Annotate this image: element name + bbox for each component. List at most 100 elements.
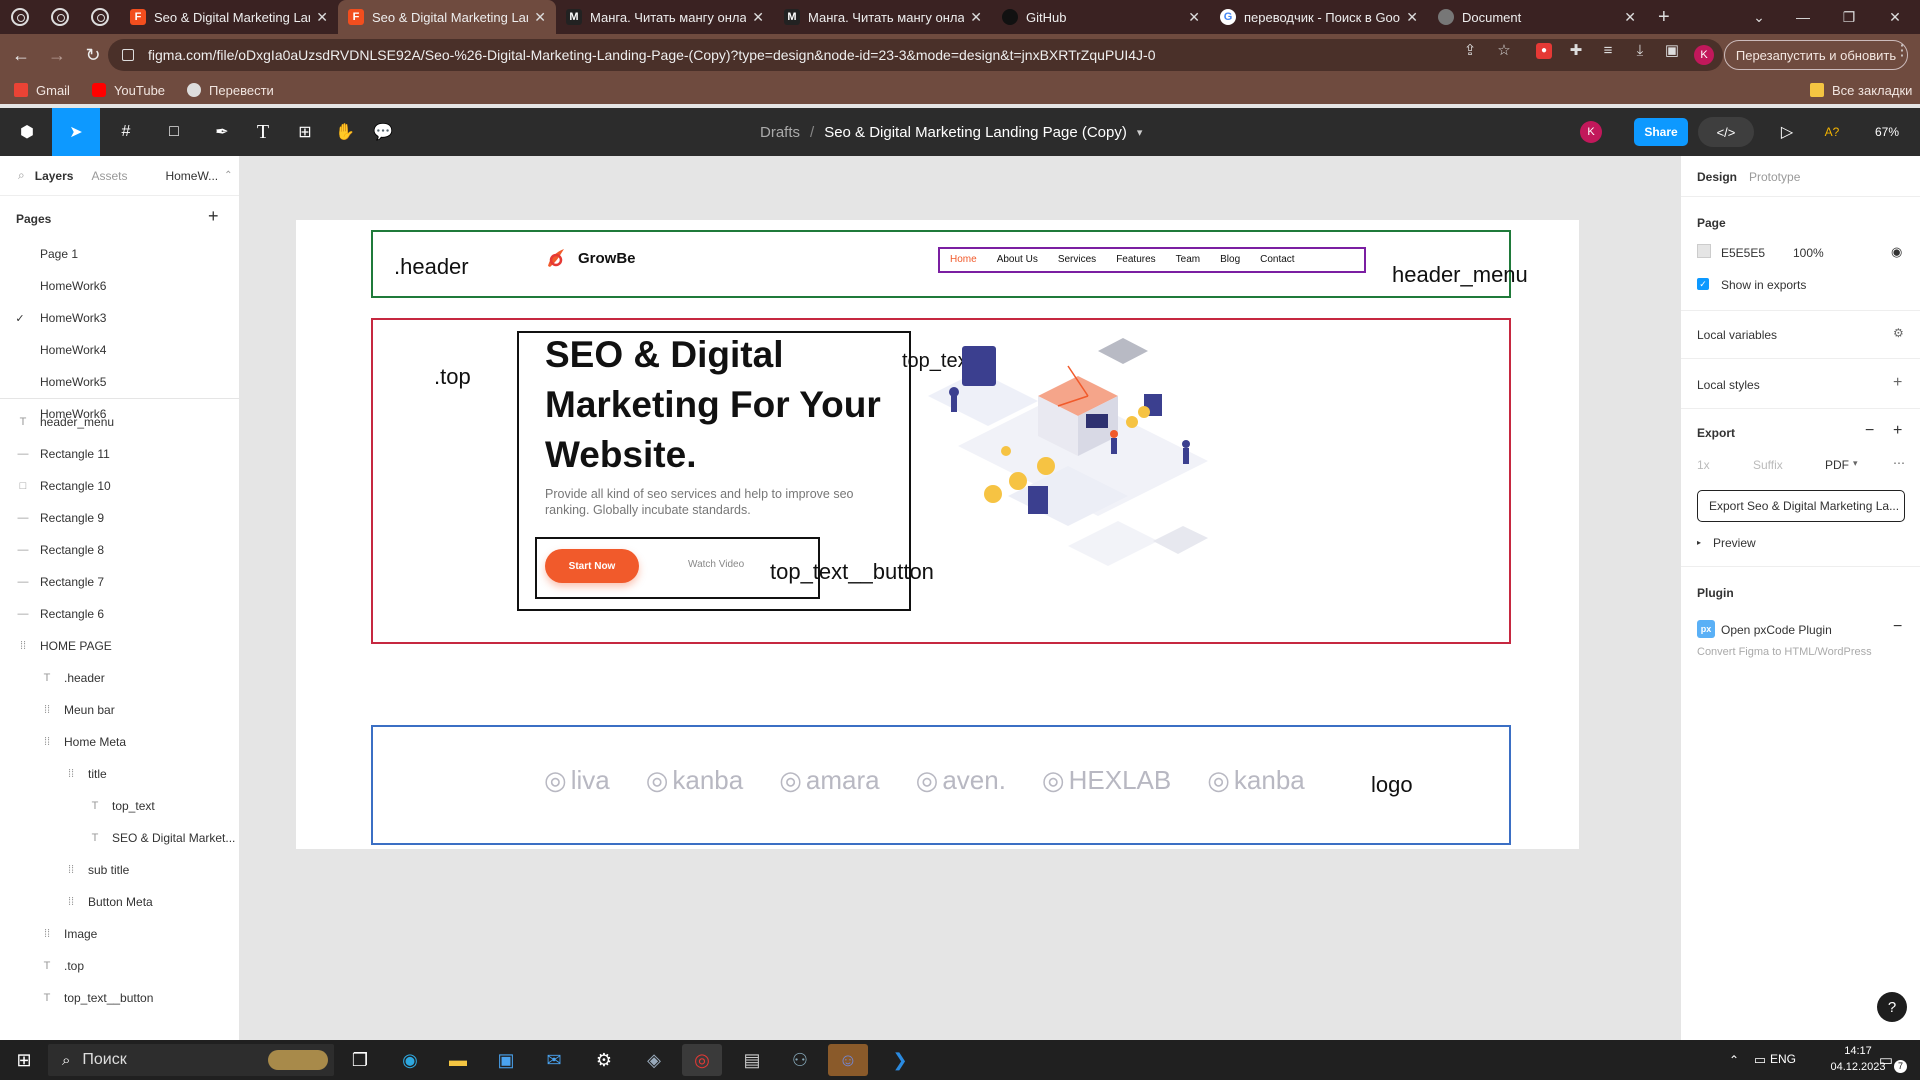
layer-row[interactable]: ⁞⁞ HOME PAGE xyxy=(0,630,240,662)
extensions-icon[interactable]: ✚ xyxy=(1568,43,1584,59)
pinned-tab[interactable] xyxy=(40,0,80,34)
site-nav-item[interactable]: About Us xyxy=(997,254,1038,265)
figma-main-menu-icon[interactable]: ⬢ xyxy=(10,108,44,156)
layer-row[interactable]: ⁞⁞ Meun bar xyxy=(0,694,240,726)
triangle-right-icon[interactable]: ▸ xyxy=(1697,538,1701,547)
layer-row[interactable]: ⁞⁞ Home Meta xyxy=(0,726,240,758)
restore-icon[interactable]: ❐ xyxy=(1826,0,1872,34)
frame-tool-icon[interactable]: # xyxy=(108,108,144,156)
layer-row[interactable]: — Rectangle 8 xyxy=(0,534,240,566)
site-nav-item[interactable]: Team xyxy=(1176,254,1200,265)
layer-row[interactable]: ⁞⁞ title xyxy=(0,758,240,790)
export-scale[interactable]: 1x xyxy=(1697,458,1710,472)
task-view-icon[interactable]: ❐ xyxy=(340,1044,380,1076)
pinned-tab[interactable] xyxy=(80,0,120,34)
layer-row[interactable]: — Rectangle 11 xyxy=(0,438,240,470)
rectangle-tool-icon[interactable]: □ xyxy=(156,108,192,156)
profile-avatar[interactable]: K xyxy=(1694,45,1714,65)
variables-settings-icon[interactable]: ⚙ xyxy=(1893,326,1904,340)
layer-row[interactable]: Theader_menu xyxy=(0,406,240,438)
start-now-button[interactable]: Start Now xyxy=(545,549,639,583)
export-button[interactable]: Export Seo & Digital Marketing La... xyxy=(1697,490,1905,522)
tab-layers[interactable]: Layers xyxy=(35,169,74,183)
reload-icon[interactable]: ↻ xyxy=(78,40,108,70)
close-icon[interactable]: ✕ xyxy=(1406,9,1418,26)
site-nav-item[interactable]: Services xyxy=(1058,254,1096,265)
export-suffix-input[interactable]: Suffix xyxy=(1753,458,1783,472)
close-icon[interactable]: ✕ xyxy=(534,9,546,26)
minimize-icon[interactable]: — xyxy=(1780,0,1826,34)
browser-tab[interactable]: G переводчик - Поиск в Goo ✕ xyxy=(1210,0,1428,34)
edge-icon[interactable]: ◉ xyxy=(390,1044,430,1076)
resources-icon[interactable]: ⊞ xyxy=(290,108,320,156)
hand-tool-icon[interactable]: ✋ xyxy=(330,108,360,156)
site-info-icon[interactable] xyxy=(122,49,134,61)
tab-search-icon[interactable]: ⌄ xyxy=(1736,0,1782,34)
add-page-icon[interactable]: + xyxy=(208,206,219,227)
visibility-eye-icon[interactable]: ◉ xyxy=(1891,244,1902,260)
layer-row[interactable]: Ttop_text xyxy=(0,790,240,822)
figma-canvas[interactable]: .header GrowBe Home About Us Services Featu… xyxy=(240,156,1680,1040)
pinned-tab[interactable] xyxy=(0,0,40,34)
tab-assets[interactable]: Assets xyxy=(91,169,127,183)
browser-tab-active[interactable]: F Seo & Digital Marketing Lan ✕ xyxy=(338,0,556,34)
layer-row[interactable]: □ Rectangle 10 xyxy=(0,470,240,502)
add-style-icon[interactable]: + xyxy=(1893,374,1902,392)
add-export-icon[interactable]: + xyxy=(1893,422,1902,440)
new-tab-icon[interactable]: + xyxy=(1658,6,1670,29)
forward-icon[interactable]: → xyxy=(42,40,72,70)
bookmark-translate[interactable]: Перевести xyxy=(187,83,274,98)
label-header[interactable]: .header xyxy=(394,254,469,280)
file-explorer-icon[interactable]: ▬ xyxy=(438,1044,478,1076)
local-styles-label[interactable]: Local styles xyxy=(1697,378,1760,392)
vscode-icon[interactable]: ❯ xyxy=(880,1044,920,1076)
page-item[interactable]: Page 1 xyxy=(0,238,240,270)
all-bookmarks[interactable]: Все закладки xyxy=(1810,83,1912,98)
layer-row[interactable]: T SEO & Digital Market... xyxy=(0,822,240,854)
close-icon[interactable]: ✕ xyxy=(970,9,982,26)
remove-plugin-icon[interactable]: − xyxy=(1893,618,1902,636)
search-icon[interactable]: ⌕ xyxy=(18,168,25,183)
page-item[interactable]: HomeWork6 xyxy=(0,270,240,302)
layer-row[interactable]: T .header xyxy=(0,662,240,694)
close-icon[interactable]: ✕ xyxy=(316,9,328,26)
reading-list-icon[interactable]: ≡ xyxy=(1600,43,1616,59)
chevron-down-icon[interactable]: ▾ xyxy=(1853,458,1858,469)
chevron-down-icon[interactable]: ▾ xyxy=(1137,126,1143,139)
pen-tool-icon[interactable]: ✒ xyxy=(204,108,240,156)
back-icon[interactable]: ← xyxy=(6,40,36,70)
address-bar[interactable]: figma.com/file/oDxgIa0aUzsdRVDNLSE92A/Se… xyxy=(108,39,1723,71)
watch-video-button[interactable]: Watch Video xyxy=(688,559,744,570)
share-page-icon[interactable]: ⇪ xyxy=(1462,43,1478,59)
download-icon[interactable]: ⤓ xyxy=(1632,43,1648,59)
page-item[interactable]: HomeWork5 xyxy=(0,366,240,398)
close-icon[interactable]: ✕ xyxy=(752,9,764,26)
taskbar-search[interactable]: ⌕ Поиск xyxy=(48,1044,334,1076)
site-nav-item[interactable]: Features xyxy=(1116,254,1155,265)
page-opacity-value[interactable]: 100% xyxy=(1793,246,1824,260)
browser-menu-icon[interactable]: ⋮ xyxy=(1894,43,1910,59)
page-item[interactable]: ✓ HomeWork3 xyxy=(0,302,240,334)
chevron-up-icon[interactable]: ⌃ xyxy=(224,170,232,181)
layer-row[interactable]: — Rectangle 7 xyxy=(0,566,240,598)
layer-row[interactable]: Ttop_text__button xyxy=(0,982,240,1014)
remove-export-icon[interactable]: − xyxy=(1865,422,1874,440)
label-logo[interactable]: logo xyxy=(1371,772,1413,798)
app-icon[interactable]: ◈ xyxy=(634,1044,674,1076)
restart-update-button[interactable]: Перезапустить и обновить xyxy=(1724,40,1908,70)
help-button[interactable]: ? xyxy=(1877,992,1907,1022)
export-format-select[interactable]: PDF xyxy=(1825,458,1849,472)
layer-row[interactable]: — Rectangle 9 xyxy=(0,502,240,534)
browser-tab[interactable]: F Seo & Digital Marketing Lan ✕ xyxy=(120,0,338,34)
mail-icon[interactable]: ✉ xyxy=(534,1044,574,1076)
user-avatar[interactable]: K xyxy=(1580,121,1602,143)
settings-gear-icon[interactable]: ⚙ xyxy=(584,1044,624,1076)
windows-start-icon[interactable]: ⊞ xyxy=(4,1044,44,1076)
layer-row[interactable]: T .top xyxy=(0,950,240,982)
store-icon[interactable]: ▣ xyxy=(486,1044,526,1076)
steam-icon[interactable]: ⚇ xyxy=(780,1044,820,1076)
present-play-icon[interactable]: ▷ xyxy=(1770,108,1804,156)
text-tool-icon[interactable]: T xyxy=(250,108,276,156)
file-title[interactable]: Seo & Digital Marketing Landing Page (Co… xyxy=(824,124,1127,141)
layer-row[interactable]: ⁞⁞ Image xyxy=(0,918,240,950)
